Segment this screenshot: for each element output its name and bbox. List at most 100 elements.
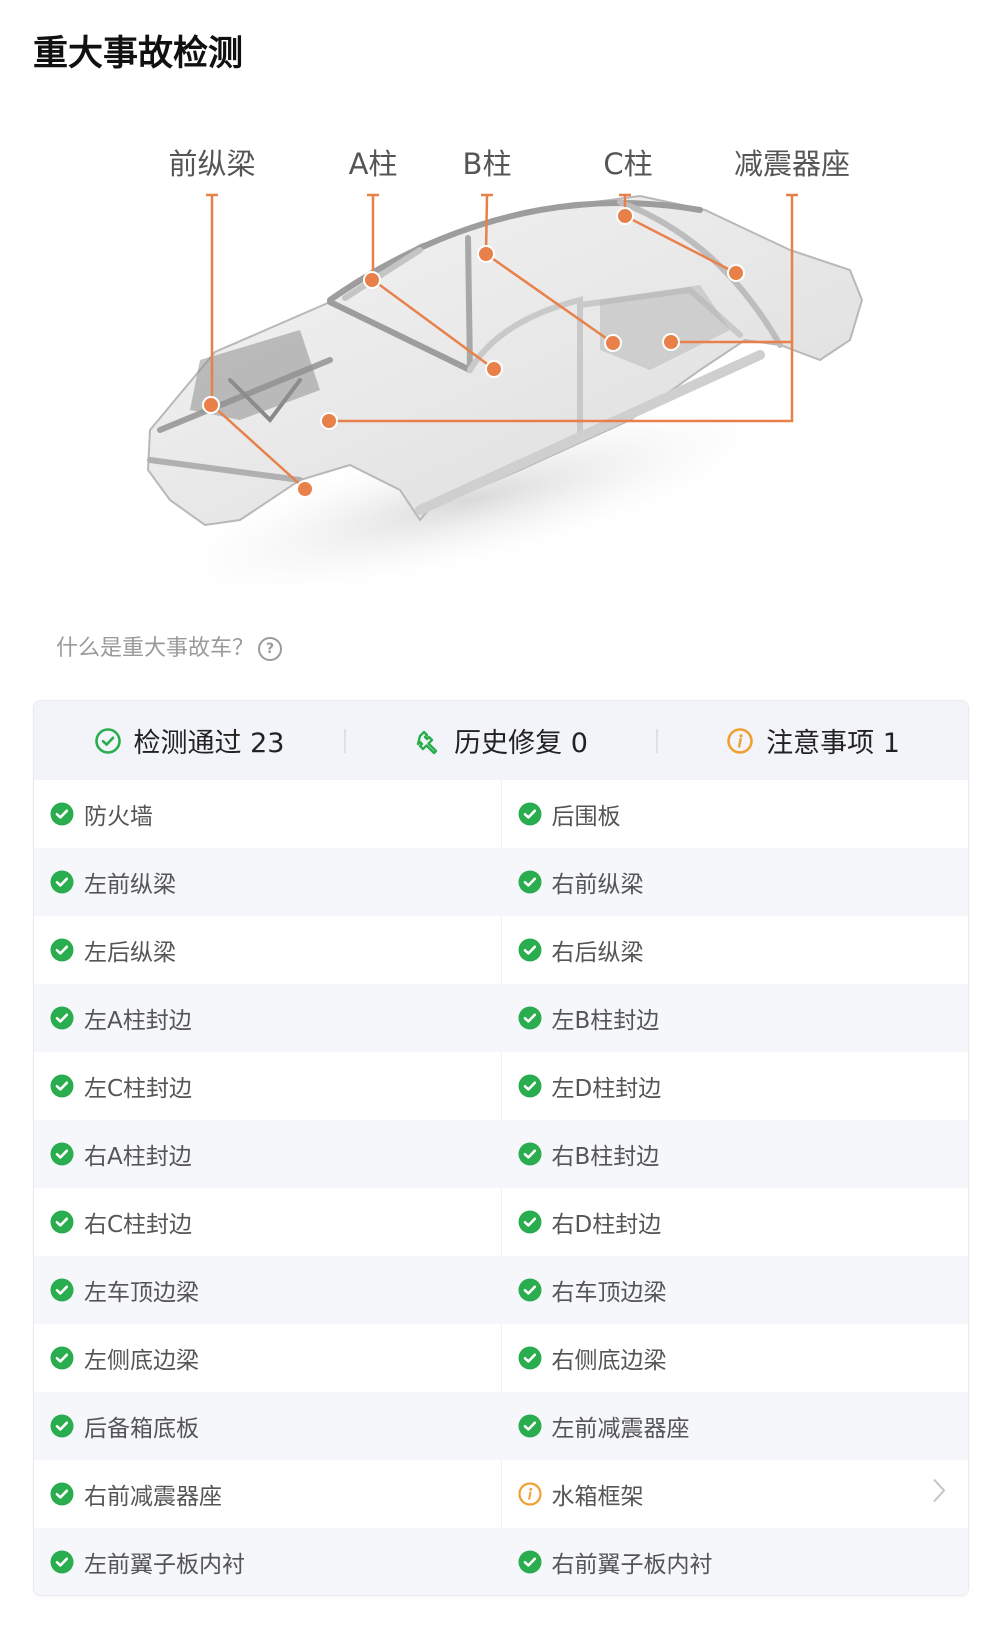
check-circle-icon bbox=[518, 1550, 542, 1574]
check-circle-icon bbox=[518, 1006, 542, 1030]
summary-repaired-label: 历史修复 0 bbox=[454, 728, 588, 759]
inspection-item-label: 右D柱封边 bbox=[551, 1212, 662, 1238]
inspection-item[interactable]: 后围板 bbox=[502, 780, 969, 848]
inspection-item[interactable]: 右A柱封边 bbox=[34, 1120, 502, 1188]
inspection-item-label: 左前翼子板内衬 bbox=[84, 1552, 245, 1578]
check-circle-icon bbox=[50, 870, 74, 894]
inspection-item[interactable]: 左A柱封边 bbox=[34, 984, 502, 1052]
inspection-item[interactable]: 右车顶边梁 bbox=[502, 1256, 969, 1324]
inspection-item[interactable]: 右后纵梁 bbox=[502, 916, 969, 984]
page-title: 重大事故检测 bbox=[33, 34, 244, 74]
summary-attention[interactable]: 注意事项 1 bbox=[658, 721, 968, 760]
inspection-item[interactable]: 右C柱封边 bbox=[34, 1188, 502, 1256]
summary-passed-label: 检测通过 23 bbox=[133, 728, 285, 759]
inspection-item[interactable]: 左前纵梁 bbox=[34, 848, 502, 916]
car-body-illustration bbox=[139, 193, 864, 607]
wrench-icon bbox=[414, 727, 442, 755]
inspection-item-label: 右侧底边梁 bbox=[551, 1348, 667, 1374]
check-circle-icon bbox=[518, 1278, 542, 1302]
inspection-item[interactable]: 左B柱封边 bbox=[502, 984, 969, 1052]
label-b-pillar: B柱 bbox=[462, 147, 512, 181]
inspection-item[interactable]: 右侧底边梁 bbox=[502, 1324, 969, 1392]
hotspot-marker bbox=[485, 360, 503, 378]
inspection-item[interactable]: 左前翼子板内衬 bbox=[34, 1528, 502, 1595]
check-circle-icon bbox=[518, 1346, 542, 1370]
check-circle-icon bbox=[50, 1414, 74, 1438]
car-body-diagram: 前纵梁 A柱 B柱 C柱 减震器座 bbox=[0, 130, 1000, 610]
hotspot-marker bbox=[616, 207, 634, 225]
inspection-item-label: 左D柱封边 bbox=[551, 1076, 662, 1102]
question-circle-icon: ? bbox=[258, 637, 283, 661]
check-circle-icon bbox=[518, 1210, 542, 1234]
inspection-item[interactable]: 左后纵梁 bbox=[34, 916, 502, 984]
summary-repaired[interactable]: 历史修复 0 bbox=[346, 721, 656, 760]
hotspot-marker bbox=[604, 334, 622, 352]
check-circle-icon bbox=[50, 1142, 74, 1166]
inspection-item-label: 右前减震器座 bbox=[84, 1484, 222, 1510]
check-circle-icon bbox=[518, 1074, 542, 1098]
check-circle-icon bbox=[518, 802, 542, 826]
inspection-item[interactable]: 右前纵梁 bbox=[502, 848, 969, 916]
inspection-item-label: 左侧底边梁 bbox=[84, 1348, 199, 1374]
hotspot-marker bbox=[202, 396, 220, 414]
hotspot-marker bbox=[363, 271, 381, 289]
inspection-item-label: 水箱框架 bbox=[551, 1484, 644, 1510]
check-circle-icon bbox=[518, 938, 542, 962]
inspection-item[interactable]: 防火墙 bbox=[34, 780, 502, 848]
check-circle-outline-icon bbox=[94, 727, 122, 755]
inspection-item-label: 左A柱封边 bbox=[84, 1008, 192, 1034]
item-row: 左前翼子板内衬 右前翼子板内衬 bbox=[34, 1528, 969, 1595]
inspection-item-label: 左前纵梁 bbox=[84, 872, 176, 898]
hotspot-marker bbox=[296, 480, 314, 498]
help-link-text: 什么是重大事故车？ bbox=[56, 636, 255, 661]
inspection-item[interactable]: 右B柱封边 bbox=[502, 1120, 969, 1188]
summary-attention-label: 注意事项 1 bbox=[766, 728, 900, 759]
inspection-item[interactable]: 右D柱封边 bbox=[502, 1188, 969, 1256]
check-circle-icon bbox=[50, 1346, 74, 1370]
check-circle-icon bbox=[50, 1074, 74, 1098]
check-circle-icon bbox=[50, 1278, 74, 1302]
hotspot-marker bbox=[727, 264, 745, 282]
inspection-item-label: 右车顶边梁 bbox=[551, 1280, 667, 1306]
chevron-right-icon[interactable] bbox=[932, 1478, 946, 1511]
hotspot-marker bbox=[320, 412, 338, 430]
inspection-item[interactable]: 右前翼子板内衬 bbox=[502, 1528, 969, 1595]
inspection-item-label: 后围板 bbox=[551, 804, 621, 830]
item-row: 左C柱封边 左D柱封边 bbox=[34, 1052, 968, 1120]
inspection-item-label: 右B柱封边 bbox=[551, 1144, 660, 1170]
check-circle-icon bbox=[518, 870, 542, 894]
summary-passed[interactable]: 检测通过 23 bbox=[34, 721, 344, 760]
check-circle-icon bbox=[518, 1142, 542, 1166]
inspection-item-label: 右前翼子板内衬 bbox=[551, 1552, 713, 1578]
item-row: 右前减震器座 水箱框架 bbox=[34, 1460, 968, 1528]
inspection-item[interactable]: 后备箱底板 bbox=[34, 1392, 502, 1460]
inspection-item[interactable]: 右前减震器座 bbox=[34, 1460, 502, 1528]
check-circle-icon bbox=[50, 802, 74, 826]
inspection-item[interactable]: 左侧底边梁 bbox=[34, 1324, 502, 1392]
inspection-item-label: 左B柱封边 bbox=[551, 1008, 660, 1034]
item-row: 左车顶边梁 右车顶边梁 bbox=[34, 1256, 968, 1324]
inspection-item[interactable]: 左D柱封边 bbox=[502, 1052, 969, 1120]
inspection-item-label: 左后纵梁 bbox=[84, 940, 176, 966]
inspection-item-label: 后备箱底板 bbox=[84, 1416, 199, 1442]
item-row: 左后纵梁 右后纵梁 bbox=[34, 916, 968, 984]
inspection-item[interactable]: 左C柱封边 bbox=[34, 1052, 502, 1120]
inspection-item[interactable]: 左前减震器座 bbox=[502, 1392, 969, 1460]
inspection-item-label: 右C柱封边 bbox=[84, 1212, 193, 1238]
hotspot-marker bbox=[662, 333, 680, 351]
inspection-item[interactable]: 左车顶边梁 bbox=[34, 1256, 502, 1324]
check-circle-icon bbox=[50, 1550, 74, 1574]
inspection-item-label: 左C柱封边 bbox=[84, 1076, 193, 1102]
what-is-major-accident-link[interactable]: 什么是重大事故车？ ? bbox=[56, 634, 283, 664]
item-row: 左A柱封边 左B柱封边 bbox=[34, 984, 968, 1052]
check-circle-icon bbox=[50, 1006, 74, 1030]
item-row: 右A柱封边 右B柱封边 bbox=[34, 1120, 968, 1188]
inspection-item-label: 防火墙 bbox=[84, 804, 153, 830]
check-circle-icon bbox=[518, 1414, 542, 1438]
check-circle-icon bbox=[50, 1482, 74, 1506]
inspection-item[interactable]: 水箱框架 bbox=[502, 1460, 969, 1528]
label-shock-tower: 减震器座 bbox=[733, 147, 851, 181]
item-row: 左侧底边梁 右侧底边梁 bbox=[34, 1324, 968, 1392]
check-circle-icon bbox=[50, 938, 74, 962]
inspection-item-label: 左前减震器座 bbox=[551, 1416, 690, 1442]
